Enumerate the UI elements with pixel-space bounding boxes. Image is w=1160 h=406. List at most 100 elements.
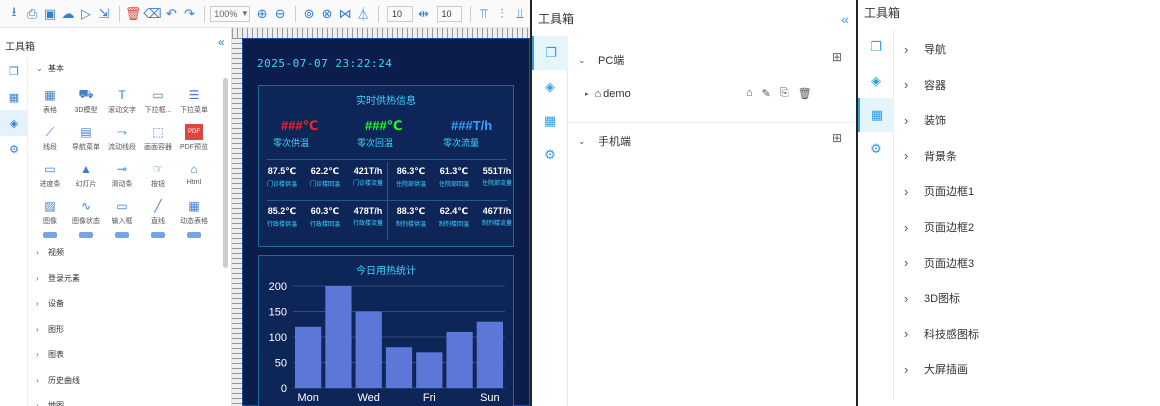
category-item[interactable]: › 图表 — [36, 349, 64, 360]
category-basic[interactable]: ⌄ 基本 — [36, 63, 64, 74]
material-category[interactable]: › 装饰 — [904, 112, 946, 128]
cell-value: 60.3℃ — [310, 206, 340, 216]
component-item[interactable]: ⌂ Html — [176, 158, 212, 195]
chevron-down-icon: ▾ — [242, 8, 248, 18]
realtime-heat-panel[interactable]: 实时供热信息 ###℃ 零次供温 ###℃ 零次回温 ###T/h 零次流量 87.5℃ 门… — [258, 85, 514, 247]
layers-icon[interactable]: ◈ — [532, 70, 568, 104]
component-item[interactable]: ▲ 幻灯片 — [68, 158, 104, 195]
category-item[interactable]: › 登录元素 — [36, 273, 80, 284]
delete-icon[interactable]: 🗑 — [798, 87, 812, 100]
component-icon — [115, 232, 129, 238]
category-label: 视频 — [48, 248, 64, 257]
category-item[interactable]: › 历史曲线 — [36, 375, 80, 386]
add-page-icon[interactable]: ⊞ — [832, 131, 842, 145]
zoom-in-icon[interactable]: ⊕ — [254, 5, 270, 23]
component-item[interactable]: ☰ 下拉菜单 — [176, 84, 212, 121]
align-top-icon[interactable]: ⫪ — [476, 5, 492, 23]
material-category[interactable]: › 页面边框3 — [904, 255, 974, 271]
component-item[interactable] — [176, 232, 212, 240]
layers-icon[interactable]: ◈ — [0, 110, 28, 136]
component-item[interactable]: ▭ 进度条 — [32, 158, 68, 195]
scrollbar[interactable] — [223, 78, 228, 268]
bar — [355, 311, 382, 388]
component-item[interactable]: ▦ 表格 — [32, 84, 68, 121]
collapse-icon[interactable]: « — [218, 35, 225, 49]
height-input[interactable]: 10 — [436, 5, 463, 22]
component-item[interactable]: ⟋ 线段 — [32, 121, 68, 158]
component-item[interactable]: ▤ 导航菜单 — [68, 121, 104, 158]
material-category[interactable]: › 科技感图标 — [904, 326, 979, 342]
collapse-icon[interactable]: « — [841, 11, 849, 27]
pages-icon[interactable]: ❐ — [532, 36, 568, 70]
component-item[interactable] — [68, 232, 104, 240]
chevron-right-icon: › — [36, 401, 39, 406]
print-icon[interactable]: ⎙ — [24, 5, 40, 23]
clear-icon[interactable]: ⌫ — [143, 5, 161, 23]
component-item[interactable]: ⊸ 滑动条 — [104, 158, 140, 195]
flip-horizontal-icon[interactable]: ⋈ — [337, 5, 353, 23]
tree-node-demo[interactable]: ▸ ⌂ demo — [585, 88, 631, 100]
undo-icon[interactable]: ↶ — [163, 5, 179, 23]
component-item[interactable]: ▦ 动态表格 — [176, 195, 212, 232]
design-canvas[interactable]: 2025-07-07 23:22:24 实时供热信息 ###℃ 零次供温 ###℃ 零… — [242, 38, 530, 406]
pages-icon[interactable]: ❐ — [0, 58, 28, 84]
component-item[interactable] — [32, 232, 68, 240]
flip-vertical-icon[interactable]: ⏃ — [355, 5, 371, 23]
tree-node-pc[interactable]: ⌄ PC端 — [578, 52, 624, 68]
align-middle-icon[interactable]: ⫶ — [494, 5, 510, 23]
material-category[interactable]: › 容器 — [904, 77, 946, 93]
component-item[interactable] — [104, 232, 140, 240]
delete-icon[interactable]: 🗑 — [125, 5, 142, 23]
component-item[interactable]: ☞ 按钮 — [140, 158, 176, 195]
align-bottom-icon[interactable]: ⫫ — [512, 5, 528, 23]
edit-icon[interactable]: ✎ — [762, 87, 771, 100]
export-icon[interactable]: ⇲ — [96, 5, 112, 23]
component-item[interactable]: ▭ 输入框 — [104, 195, 140, 232]
layout-icon[interactable]: ▦ — [0, 84, 28, 110]
heat-usage-chart-panel[interactable]: 今日用热统计 0 50 100 150 200 Mon Wed Fri Sun — [258, 255, 514, 406]
zoom-out-icon[interactable]: ⊖ — [272, 5, 288, 23]
layout-icon[interactable]: ▦ — [532, 104, 568, 138]
component-item[interactable]: ╱ 直线 — [140, 195, 176, 232]
width-input[interactable]: 10 — [386, 5, 413, 22]
home-icon[interactable]: ⌂ — [746, 87, 753, 100]
plugin-icon[interactable]: ⚙ — [0, 136, 28, 162]
zoom-select[interactable]: 100% ▾ — [210, 5, 251, 22]
component-item[interactable]: ⬚ 画面容器 — [140, 121, 176, 158]
plugin-icon[interactable]: ⚙ — [532, 138, 568, 172]
category-item[interactable]: › 地图 — [36, 400, 64, 406]
component-item[interactable]: ▭ 下拉框... — [140, 84, 176, 121]
add-page-icon[interactable]: ⊞ — [832, 50, 842, 64]
category-item[interactable]: › 设备 — [36, 298, 64, 309]
category-item[interactable]: › 视频 — [36, 247, 64, 258]
layers-icon[interactable]: ◈ — [858, 64, 894, 98]
copy-icon[interactable]: ⎘ — [780, 87, 789, 100]
redo-icon[interactable]: ↷ — [181, 5, 197, 23]
component-item[interactable]: ∿ 图像状态 — [68, 195, 104, 232]
play-icon[interactable]: ▷ — [78, 5, 94, 23]
tree-node-mobile[interactable]: ⌄ 手机端 — [578, 133, 631, 149]
category-item[interactable]: › 图形 — [36, 324, 64, 335]
ungroup-icon[interactable]: ⊗ — [319, 5, 335, 23]
cloud-icon[interactable]: ☁ — [60, 5, 76, 23]
import-icon[interactable]: ⭳ — [6, 4, 22, 23]
layout-icon[interactable]: ▦ — [858, 98, 894, 132]
plugin-icon[interactable]: ⚙ — [858, 132, 894, 166]
dynamic-table-icon: ▦ — [188, 199, 200, 213]
component-item[interactable]: T 滚动文字 — [104, 84, 140, 121]
component-item[interactable]: ⛟ 3D模型 — [68, 84, 104, 121]
material-category[interactable]: › 导航 — [904, 41, 946, 57]
material-category[interactable]: › 大屏插画 — [904, 361, 968, 377]
link-icon[interactable]: ⇹ — [416, 5, 432, 23]
component-item[interactable]: ▨ 图像 — [32, 195, 68, 232]
material-category[interactable]: › 背景条 — [904, 148, 957, 164]
component-item[interactable]: ⤳ 流动线段 — [104, 121, 140, 158]
component-item[interactable] — [140, 232, 176, 240]
save-icon[interactable]: ▣ — [42, 5, 58, 23]
group-icon[interactable]: ⊚ — [301, 5, 317, 23]
component-item[interactable]: PDF PDF预览 — [176, 121, 212, 158]
material-category[interactable]: › 页面边框2 — [904, 219, 974, 235]
material-category[interactable]: › 页面边框1 — [904, 183, 974, 199]
material-category[interactable]: › 3D图标 — [904, 290, 960, 306]
pages-icon[interactable]: ❐ — [858, 30, 894, 64]
